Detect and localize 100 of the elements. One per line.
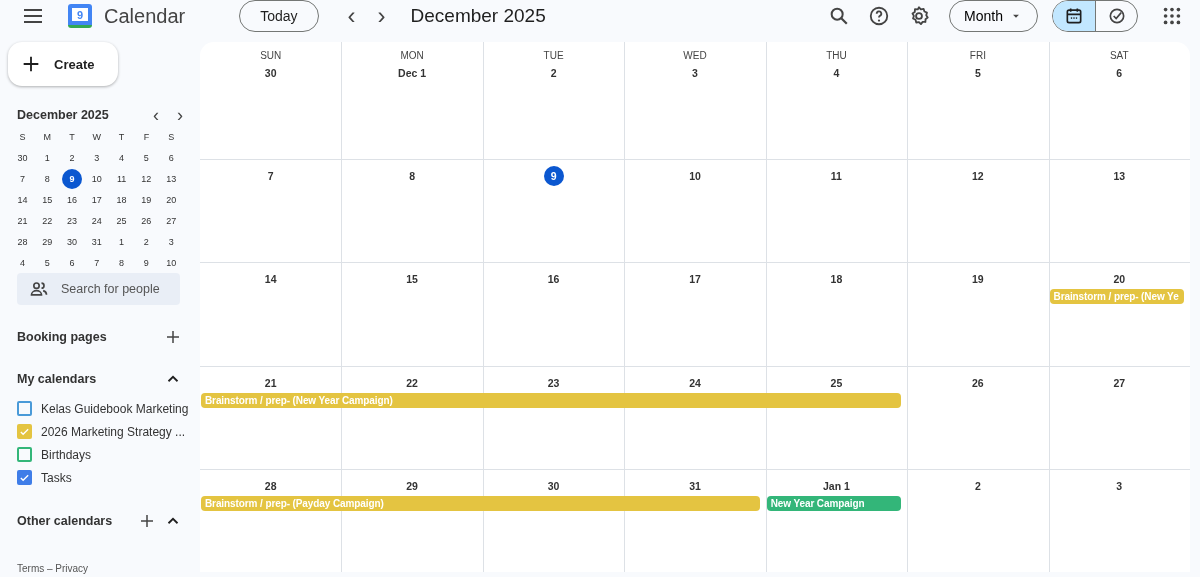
date-number[interactable]: 10 [685,166,705,187]
mini-calendar-day[interactable]: 18 [111,189,132,210]
mini-calendar-day[interactable]: 15 [37,189,58,210]
mini-calendar-day[interactable]: 10 [161,252,182,273]
mini-calendar-day[interactable]: 10 [86,168,107,189]
previous-button[interactable]: ‹ [338,3,365,29]
date-number[interactable]: 2 [967,475,988,496]
date-number[interactable]: 26 [967,372,988,393]
date-number[interactable]: 20 [1109,269,1130,290]
mini-calendar-title: December 2025 [17,108,110,122]
my-calendars-heading[interactable]: My calendars [17,372,97,386]
mini-calendar-day[interactable]: 16 [62,189,82,210]
date-number[interactable]: 8 [402,166,423,187]
mini-calendar-day[interactable]: 20 [161,189,182,210]
date-number[interactable]: 4 [826,63,847,83]
date-number[interactable]: 30 [543,475,564,496]
next-month-button[interactable]: › [168,108,192,122]
date-number[interactable]: 21 [260,372,281,393]
mini-calendar-day[interactable]: 29 [37,231,58,252]
date-number[interactable]: 9 [543,166,564,187]
mini-calendar-day[interactable]: 4 [111,147,132,168]
mini-calendar-day[interactable]: 7 [86,252,107,273]
date-number[interactable]: 16 [543,269,564,290]
date-number[interactable]: 15 [402,269,423,290]
calendar-checkbox[interactable] [17,447,32,462]
date-number[interactable]: 25 [826,372,847,393]
other-calendars-heading[interactable]: Other calendars [17,514,113,528]
mini-calendar-day[interactable]: 17 [86,189,107,210]
mini-calendar-day[interactable]: 23 [62,210,82,231]
mini-calendar-day[interactable]: 3 [86,147,107,168]
weekday-label: T [68,130,76,144]
mini-calendar-day[interactable]: 25 [111,210,132,231]
date-number[interactable]: 31 [685,475,705,496]
date-number[interactable]: 18 [826,269,847,290]
date-number[interactable]: 5 [967,63,988,83]
calendar-checkbox[interactable] [17,401,32,416]
mini-calendar-day[interactable]: 30 [62,231,82,252]
date-number[interactable]: 2 [543,63,564,83]
mini-calendar-day[interactable]: 6 [62,252,82,273]
mini-calendar-day[interactable]: 27 [161,210,182,231]
view-toggle-button[interactable] [1053,1,1095,31]
date-number[interactable]: 19 [967,269,988,290]
date-number[interactable]: 14 [260,269,281,290]
mini-calendar-day[interactable]: 2 [62,147,82,168]
date-number[interactable]: 23 [543,372,564,393]
mini-calendar-day[interactable]: 8 [111,252,132,273]
booking-pages-heading[interactable]: Booking pages [17,330,107,344]
date-number[interactable]: Dec 1 [398,63,427,83]
mini-calendar-day[interactable]: 24 [86,210,107,231]
date-number[interactable]: 28 [260,475,281,496]
date-number[interactable]: Jan 1 [823,475,850,496]
weekday-label: W [91,130,103,144]
mini-calendar-day[interactable]: 1 [111,231,132,252]
mini-calendar-day[interactable]: 12 [136,168,157,189]
mini-calendar-day[interactable]: 9 [136,252,157,273]
create-button[interactable]: Create [8,42,118,86]
mini-calendar-day[interactable]: 30 [12,147,33,168]
weekday-label: M [42,130,52,144]
date-number[interactable]: 17 [685,269,705,290]
mini-calendar-day[interactable]: 22 [37,210,58,231]
date-number[interactable]: 3 [685,63,705,83]
mini-calendar-day[interactable]: 1 [37,147,58,168]
next-button[interactable]: › [368,3,395,29]
help-icon[interactable] [868,5,891,27]
mini-calendar-day[interactable]: 26 [136,210,157,231]
mini-calendar-day[interactable]: 9 [62,168,82,189]
mini-calendar-day[interactable]: 19 [136,189,157,210]
mini-calendar-day[interactable]: 11 [111,168,132,189]
mini-calendar-day[interactable]: 3 [161,231,182,252]
mini-calendar-day[interactable]: 2 [136,231,157,252]
apps-grid-icon[interactable] [1161,5,1183,27]
calendar-checkbox[interactable] [17,424,32,439]
mini-calendar-day[interactable]: 8 [37,168,58,189]
date-number[interactable]: 11 [826,166,847,187]
date-number[interactable]: 3 [1109,475,1130,496]
mini-calendar-day[interactable]: 13 [161,168,182,189]
mini-calendar-day[interactable]: 5 [136,147,157,168]
mini-calendar-day[interactable]: 21 [12,210,33,231]
calendar-checkbox[interactable] [17,470,32,485]
people-search-field[interactable]: Search for people [17,273,180,305]
date-number[interactable]: 22 [402,372,423,393]
terms-privacy-link[interactable]: Terms – Privacy [8,563,89,574]
people-icon[interactable] [29,279,49,299]
date-number[interactable]: 12 [967,166,988,187]
mini-calendar-day[interactable]: 6 [161,147,182,168]
mini-calendar-day[interactable]: 4 [12,252,33,273]
date-number[interactable]: 6 [1109,63,1130,83]
previous-month-button[interactable]: ‹ [144,108,168,122]
date-number[interactable]: 27 [1109,372,1130,393]
mini-calendar-day[interactable]: 7 [12,168,33,189]
date-number[interactable]: 30 [260,63,281,83]
date-number[interactable]: 29 [402,475,423,496]
mini-calendar-day[interactable]: 28 [12,231,33,252]
mini-calendar-day[interactable]: 31 [86,231,107,252]
date-number[interactable]: 13 [1109,166,1130,187]
date-number[interactable]: 24 [685,372,705,393]
mini-calendar-day[interactable]: 5 [37,252,58,273]
calendar-name: Tasks [41,470,72,485]
date-number[interactable]: 7 [260,166,281,187]
mini-calendar-day[interactable]: 14 [12,189,33,210]
